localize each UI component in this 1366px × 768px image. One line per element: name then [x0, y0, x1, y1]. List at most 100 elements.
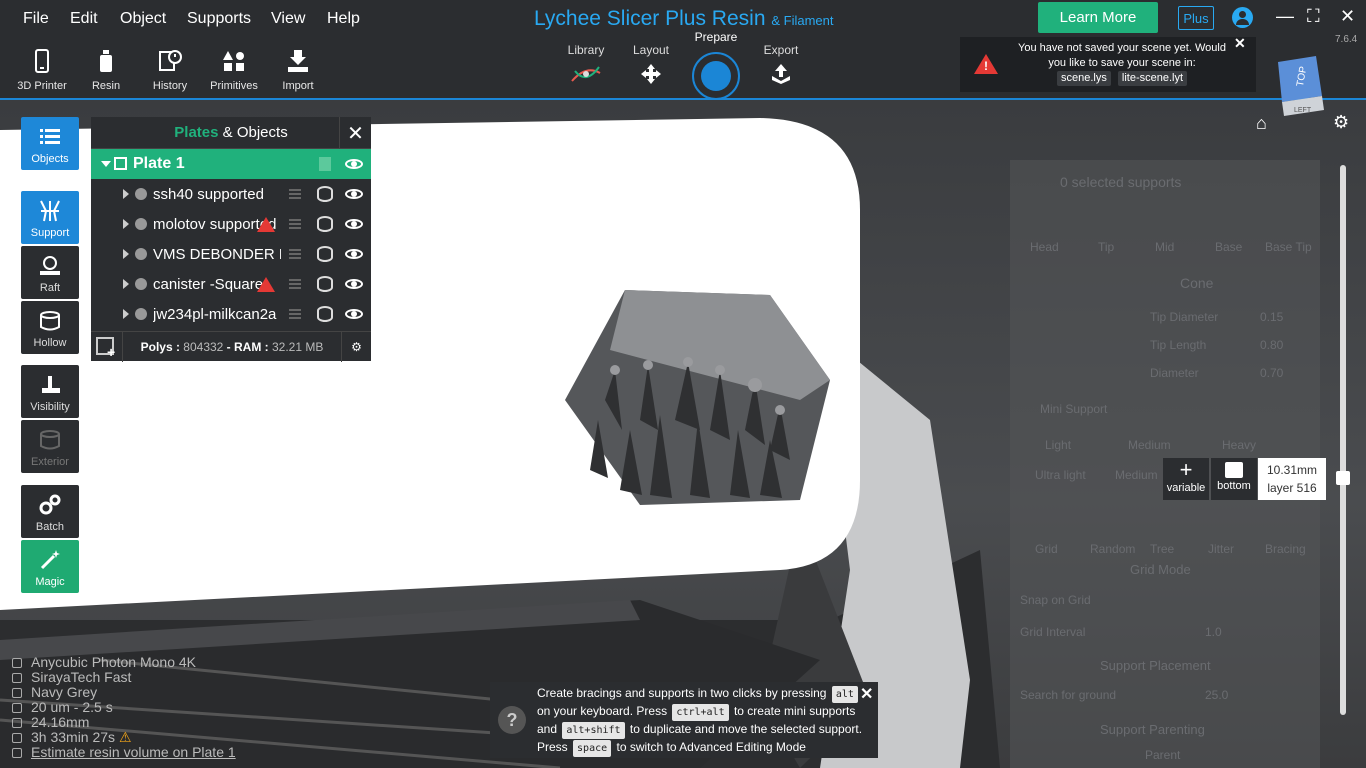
- raft-tool[interactable]: Raft: [21, 246, 79, 299]
- menu-object[interactable]: Object: [120, 10, 166, 28]
- menu-supports[interactable]: Supports: [187, 10, 251, 28]
- object-row[interactable]: VMS DEBONDER H: [91, 239, 371, 269]
- ghost-preset-heavy: Heavy: [1222, 438, 1257, 452]
- toolbar-import[interactable]: Import: [268, 48, 328, 92]
- plate-collapse-icon[interactable]: [101, 161, 111, 167]
- user-account-icon[interactable]: [1232, 7, 1253, 28]
- plus-badge[interactable]: Plus: [1178, 6, 1214, 30]
- object-icon: [135, 308, 147, 320]
- menu-help[interactable]: Help: [327, 10, 360, 28]
- tab-prepare[interactable]: Prepare: [688, 30, 744, 100]
- object-icon: [135, 188, 147, 200]
- save-lite-scene-button[interactable]: lite-scene.lyt: [1117, 71, 1188, 86]
- height-info: 24.16mm: [12, 715, 236, 730]
- ghost-grid-mode: Grid Mode: [1130, 562, 1191, 577]
- object-row[interactable]: jw234pl-milkcan2a: [91, 299, 371, 329]
- ghost-preset-medium: Medium: [1128, 438, 1171, 452]
- layer-settings: 20 um - 2.5 s: [31, 699, 113, 715]
- batch-tool[interactable]: Batch: [21, 485, 79, 538]
- ghost-search-ground: Search for ground: [1020, 688, 1117, 702]
- object-row[interactable]: molotov supported: [91, 209, 371, 239]
- ghost-type-basetip: Base Tip: [1265, 240, 1312, 254]
- drag-handle-icon[interactable]: [289, 189, 301, 199]
- tab-export[interactable]: Export: [751, 43, 811, 85]
- maximize-icon[interactable]: ⛶: [1307, 6, 1320, 27]
- hollow-status-icon[interactable]: [317, 306, 333, 322]
- menu-view[interactable]: View: [271, 10, 305, 28]
- expand-icon[interactable]: [123, 219, 129, 229]
- app-title: Lychee Slicer Plus Resin & Filament: [534, 7, 833, 31]
- warning-icon: !: [974, 54, 998, 74]
- layer-slider[interactable]: [1336, 165, 1350, 715]
- resin-name: SirayaTech Fast: [31, 669, 132, 685]
- object-row[interactable]: canister -Square: [91, 269, 371, 299]
- visibility-tool[interactable]: Visibility: [21, 365, 79, 418]
- hollow-status-icon[interactable]: [317, 186, 333, 202]
- bottom-layer-button[interactable]: bottom: [1211, 458, 1257, 500]
- object-visibility-icon[interactable]: [345, 249, 363, 259]
- hollow-status-icon[interactable]: [317, 276, 333, 292]
- toolbar-history[interactable]: History: [140, 48, 200, 92]
- exterior-tool[interactable]: Exterior: [21, 420, 79, 473]
- polys-label: Polys :: [140, 339, 184, 354]
- add-plate-icon[interactable]: +: [91, 331, 123, 362]
- close-window-icon[interactable]: ✕: [1340, 6, 1355, 27]
- drag-handle-icon[interactable]: [289, 219, 301, 229]
- notification-close-icon[interactable]: ✕: [1234, 35, 1246, 52]
- tab-layout[interactable]: Layout: [621, 43, 681, 85]
- menu-edit[interactable]: Edit: [70, 10, 98, 28]
- object-row[interactable]: ssh40 supported: [91, 179, 371, 209]
- ghost-preset-ultralight: Ultra light: [1035, 468, 1086, 482]
- tip-key-alt: alt: [831, 686, 858, 703]
- hollow-status-icon[interactable]: [317, 216, 333, 232]
- drag-handle-icon[interactable]: [289, 309, 301, 319]
- view-cube[interactable]: TOP LEFT: [1276, 52, 1328, 118]
- settings-gear-icon[interactable]: ⚙: [1333, 112, 1349, 133]
- expand-icon[interactable]: [123, 309, 129, 319]
- learn-more-button[interactable]: Learn More: [1038, 2, 1158, 33]
- plates-panel-close-icon[interactable]: ✕: [339, 117, 371, 149]
- support-tool[interactable]: Support: [21, 191, 79, 244]
- batch-tool-label: Batch: [35, 521, 65, 533]
- expand-icon[interactable]: [123, 279, 129, 289]
- object-visibility-icon[interactable]: [345, 279, 363, 289]
- color-name: Navy Grey: [31, 684, 98, 700]
- minimize-icon[interactable]: —: [1276, 6, 1294, 27]
- object-visibility-icon[interactable]: [345, 309, 363, 319]
- expand-icon[interactable]: [123, 189, 129, 199]
- variable-layer-button[interactable]: + variable: [1163, 458, 1209, 500]
- magic-tool[interactable]: Magic: [21, 540, 79, 593]
- tab-library[interactable]: Library: [556, 43, 616, 85]
- hollow-status-icon[interactable]: [317, 246, 333, 262]
- objects-tool[interactable]: Objects: [21, 117, 79, 170]
- ghost-grid-interval-value: 1.0: [1205, 625, 1222, 639]
- save-scene-lys-button[interactable]: scene.lys: [1056, 71, 1111, 86]
- layer-slider-handle[interactable]: [1336, 471, 1350, 485]
- expand-icon[interactable]: [123, 249, 129, 259]
- menu-file[interactable]: File: [23, 10, 49, 28]
- help-question-icon: ?: [498, 706, 526, 734]
- ghost-mode-jitter: Jitter: [1208, 542, 1235, 556]
- plate-row[interactable]: Plate 1: [91, 149, 371, 179]
- home-icon[interactable]: ⌂: [1256, 113, 1267, 134]
- ghost-search-ground-value: 25.0: [1205, 688, 1229, 702]
- ghost-preset-light: Light: [1045, 438, 1072, 452]
- object-visibility-icon[interactable]: [345, 219, 363, 229]
- toolbar-primitives[interactable]: Primitives: [204, 48, 264, 92]
- exterior-icon: [40, 430, 60, 450]
- toolbar-3d-printer[interactable]: 3D Printer: [12, 48, 72, 92]
- plates-settings-gear-icon[interactable]: ⚙: [341, 331, 371, 362]
- tip-close-icon[interactable]: ✕: [860, 686, 873, 703]
- ghost-placement: Support Placement: [1100, 658, 1211, 673]
- layer-info: 10.31mm layer 516: [1258, 458, 1326, 500]
- toolbar-resin[interactable]: Resin: [76, 48, 136, 92]
- plate-delete-icon[interactable]: [319, 157, 331, 171]
- hollow-tool[interactable]: Hollow: [21, 301, 79, 354]
- ghost-value-diameter: 0.70: [1260, 366, 1284, 380]
- object-visibility-icon[interactable]: [345, 189, 363, 199]
- estimate-resin-link[interactable]: Estimate resin volume on Plate 1: [31, 744, 236, 760]
- plate-visibility-icon[interactable]: [345, 159, 363, 169]
- save-scene-notification: ! You have not saved your scene yet. Wou…: [960, 35, 1256, 92]
- drag-handle-icon[interactable]: [289, 279, 301, 289]
- drag-handle-icon[interactable]: [289, 249, 301, 259]
